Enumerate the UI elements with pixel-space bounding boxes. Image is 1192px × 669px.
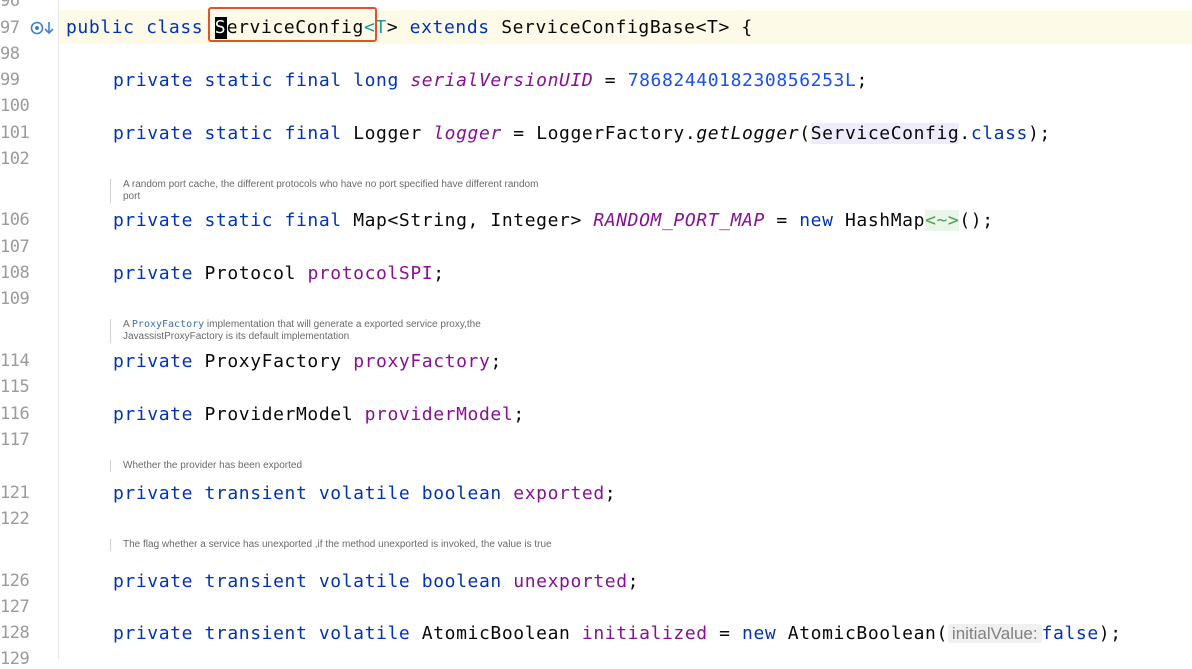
diamond-operator: <~> bbox=[925, 210, 960, 231]
type-name: Map<String, Integer> bbox=[353, 210, 594, 231]
modifiers: private static final long bbox=[113, 70, 411, 91]
boolean-literal: false bbox=[1041, 623, 1099, 644]
field-name: providerModel bbox=[364, 404, 514, 425]
modifiers: private transient volatile boolean bbox=[113, 483, 514, 504]
code-line[interactable]: private ProviderModel providerModel; bbox=[113, 404, 525, 426]
code-line[interactable]: private transient volatile boolean expor… bbox=[113, 483, 616, 505]
field-name: initialized bbox=[581, 623, 708, 644]
line-number: 101 bbox=[0, 123, 30, 143]
line-number: 128 bbox=[0, 623, 30, 643]
dot: . bbox=[959, 123, 971, 144]
line-number: 126 bbox=[0, 571, 30, 591]
field-name: exported bbox=[513, 483, 605, 504]
semicolon: ; bbox=[604, 483, 617, 504]
keyword-extends: extends bbox=[398, 17, 502, 38]
paren-close: ); bbox=[1028, 123, 1051, 144]
code-line[interactable]: private transient volatile AtomicBoolean… bbox=[113, 623, 1122, 645]
line-number: 121 bbox=[0, 483, 30, 503]
field-name: proxyFactory bbox=[353, 351, 491, 372]
operator: = bbox=[764, 210, 800, 231]
keyword-new: new bbox=[742, 623, 788, 644]
class-declaration-line[interactable]: public class ServiceConfig<T> extends Se… bbox=[66, 17, 753, 39]
keyword-public: public bbox=[66, 17, 135, 38]
line-number: 122 bbox=[0, 509, 30, 529]
method-call: getLogger bbox=[696, 123, 800, 144]
line-number: 96 bbox=[0, 0, 20, 11]
number-literal: 7868244018230856253L bbox=[627, 70, 857, 91]
semicolon: ; bbox=[856, 70, 868, 91]
line-number: 129 bbox=[0, 649, 30, 669]
type-name: ProxyFactory bbox=[204, 351, 354, 372]
code-line[interactable]: private ProxyFactory proxyFactory; bbox=[113, 351, 502, 373]
semicolon: ; bbox=[627, 571, 640, 592]
line-number: 107 bbox=[0, 237, 30, 257]
line-number: 98 bbox=[0, 44, 20, 64]
factory-class: LoggerFactory. bbox=[536, 123, 697, 144]
keyword-new: new bbox=[799, 210, 845, 231]
modifiers: private bbox=[113, 404, 205, 425]
line-number: 117 bbox=[0, 430, 30, 450]
field-name: logger bbox=[433, 123, 502, 144]
class-name: AtomicBoolean bbox=[787, 623, 937, 644]
line-number: 109 bbox=[0, 289, 30, 309]
doc-code-link[interactable]: ProxyFactory bbox=[132, 319, 204, 330]
code-line[interactable]: private static final long serialVersionU… bbox=[113, 70, 868, 92]
semicolon: ; bbox=[490, 351, 502, 372]
operator: = bbox=[593, 70, 628, 91]
paren-open: ( bbox=[936, 623, 948, 644]
type-name: AtomicBoolean bbox=[421, 623, 582, 644]
type-param-close: > bbox=[386, 17, 399, 38]
type-name: Protocol bbox=[204, 263, 308, 284]
semicolon: ; bbox=[433, 263, 445, 284]
field-name: unexported bbox=[513, 571, 628, 592]
paren-close: ); bbox=[1098, 623, 1122, 644]
editor-gutter: 96 97 98 99 100 101 102 106 107 108 109 … bbox=[0, 0, 59, 669]
semicolon: ; bbox=[513, 404, 525, 425]
keyword-class: class bbox=[146, 17, 204, 38]
type-name: ProviderModel bbox=[204, 404, 365, 425]
line-number: 102 bbox=[0, 149, 30, 169]
line-number: 108 bbox=[0, 263, 30, 283]
doc-text: A bbox=[123, 319, 132, 330]
code-line[interactable]: private static final Map<String, Integer… bbox=[113, 210, 994, 232]
doc-comment: Whether the provider has been exported bbox=[110, 460, 543, 472]
implemented-override-icon[interactable] bbox=[29, 19, 59, 37]
parameter-hint: initialValue: bbox=[947, 624, 1042, 643]
modifiers: private transient volatile bbox=[113, 623, 422, 644]
doc-comment: A random port cache, the different proto… bbox=[110, 179, 543, 203]
field-name: serialVersionUID bbox=[410, 70, 594, 91]
line-number: 115 bbox=[0, 377, 30, 397]
class-reference: ServiceConfig bbox=[810, 123, 960, 144]
class-name: HashMap bbox=[845, 210, 926, 231]
doc-comment: A ProxyFactory implementation that will … bbox=[110, 319, 523, 343]
code-line[interactable]: private transient volatile boolean unexp… bbox=[113, 571, 639, 593]
modifiers: private static final bbox=[113, 210, 354, 231]
modifiers: private bbox=[113, 351, 205, 372]
line-number: 97 bbox=[0, 18, 20, 38]
field-name: protocolSPI bbox=[307, 263, 434, 284]
keyword-class: class bbox=[970, 123, 1028, 144]
operator: = bbox=[501, 123, 537, 144]
base-class: ServiceConfigBase<T> { bbox=[501, 17, 753, 38]
code-line[interactable]: private Protocol protocolSPI; bbox=[113, 263, 445, 285]
line-number: 106 bbox=[0, 210, 30, 230]
line-number: 116 bbox=[0, 404, 30, 424]
line-number: 127 bbox=[0, 597, 30, 617]
paren-open: ( bbox=[799, 123, 811, 144]
line-number: 99 bbox=[0, 70, 20, 90]
modifiers: private static final bbox=[113, 123, 354, 144]
type-name: Logger bbox=[353, 123, 434, 144]
line-number: 100 bbox=[0, 96, 30, 116]
code-line[interactable]: private static final Logger logger = Log… bbox=[113, 123, 1051, 145]
doc-comment: The flag whether a service has unexporte… bbox=[110, 539, 563, 551]
field-name: RANDOM_PORT_MAP bbox=[593, 210, 765, 231]
modifiers: private transient volatile boolean bbox=[113, 571, 514, 592]
modifiers: private bbox=[113, 263, 205, 284]
paren-close: (); bbox=[959, 210, 994, 231]
line-number: 114 bbox=[0, 351, 30, 371]
type-param: T bbox=[375, 17, 387, 38]
operator: = bbox=[707, 623, 743, 644]
selection-highlight-box bbox=[208, 7, 377, 42]
